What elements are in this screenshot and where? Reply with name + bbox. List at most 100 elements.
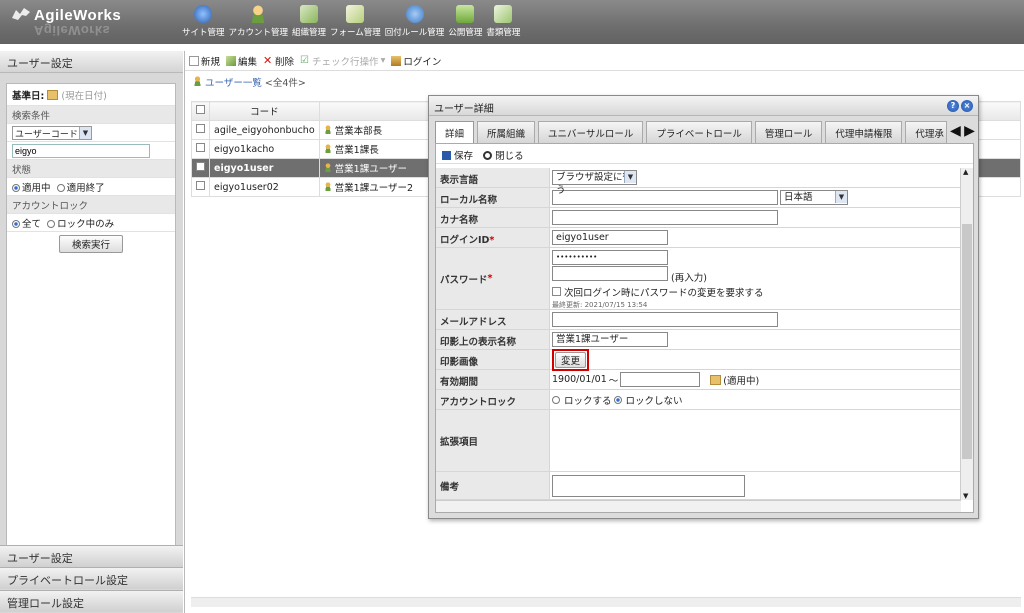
- new-button[interactable]: 新規: [189, 54, 220, 68]
- delete-label: 削除: [275, 56, 295, 68]
- chevron-down-icon: ▼: [835, 191, 847, 203]
- status-active-radio[interactable]: [12, 184, 20, 192]
- tab-scroll-left-icon[interactable]: ◀: [950, 121, 961, 143]
- scroll-up-icon[interactable]: ▲: [963, 168, 968, 176]
- period-separator: ～: [608, 375, 619, 387]
- row-checkbox[interactable]: [196, 162, 205, 171]
- row-checkbox[interactable]: [196, 124, 205, 133]
- dialog-horizontal-scrollbar[interactable]: [436, 500, 961, 512]
- user-form: 表示言語 ブラウザ設定に従う ▼ ローカル名称 日本語 ▼ カナ名称 ログインID*…: [436, 168, 961, 500]
- password-label-text: パスワード: [440, 274, 488, 286]
- save-button[interactable]: 保存: [442, 148, 474, 162]
- local-name-value: 日本語 ▼: [550, 188, 961, 207]
- search-input[interactable]: [12, 144, 150, 158]
- top-bar: AgileWorks AgileWorks サイト管理 アカウント管理 組織管理…: [0, 0, 1024, 44]
- row-name: 営業1課ユーザー: [334, 164, 408, 175]
- tab-detail[interactable]: 詳細: [435, 121, 475, 144]
- calendar-icon[interactable]: [47, 90, 59, 100]
- lock-only-radio[interactable]: [47, 220, 56, 228]
- account-lock-value: ロックする ロックしない: [550, 390, 961, 409]
- search-conditions-header: 検索条件: [7, 106, 175, 124]
- save-label: 保存: [454, 151, 474, 162]
- close-button[interactable]: 閉じる: [483, 148, 524, 162]
- login-button[interactable]: ログイン: [391, 54, 441, 68]
- scroll-thumb[interactable]: [962, 224, 972, 459]
- toolbar: 新規 編集 ✕ 削除 ☑ チェック行操作 ▾ ログイン: [185, 51, 1024, 71]
- local-name-input[interactable]: [552, 190, 778, 205]
- lock-all-label: 全て: [22, 219, 42, 230]
- tab-proxy-approve[interactable]: 代理承: [905, 121, 947, 143]
- chevron-down-icon: ▾: [380, 55, 386, 66]
- mail-label: メールアドレス: [436, 310, 550, 329]
- tab-scroll-right-icon[interactable]: ▶: [964, 121, 975, 143]
- accordion-admin-role[interactable]: 管理ロール設定: [0, 590, 183, 612]
- search-field-value: ユーザーコード: [15, 130, 78, 140]
- dialog-title[interactable]: ユーザー詳細 ? ×: [429, 96, 978, 116]
- accordion-private-role[interactable]: プライベートロール設定: [0, 567, 183, 589]
- user-icon: [323, 125, 332, 134]
- password-require-checkbox[interactable]: [552, 287, 561, 296]
- nav-site-management[interactable]: サイト管理: [182, 5, 225, 38]
- kana-input[interactable]: [552, 210, 778, 225]
- password-confirm-input[interactable]: [552, 266, 668, 281]
- row-checkbox-cell[interactable]: [191, 120, 210, 140]
- folder-icon: [456, 5, 475, 23]
- select-all-cell[interactable]: [191, 101, 210, 121]
- status-ended-radio[interactable]: [56, 184, 65, 192]
- row-checkbox-cell[interactable]: [191, 177, 210, 197]
- stamp-name-input[interactable]: 営業1課ユーザー: [552, 332, 668, 347]
- tab-universal-role[interactable]: ユニバーサルロール: [538, 121, 644, 143]
- tab-admin-role[interactable]: 管理ロール: [754, 121, 823, 143]
- nav-organization-management[interactable]: 組織管理: [292, 5, 326, 38]
- search-execute-button[interactable]: 検索実行: [58, 235, 123, 253]
- row-checkbox[interactable]: [196, 143, 205, 152]
- row-checkbox-cell[interactable]: [191, 158, 210, 178]
- user-icon: [249, 5, 268, 23]
- password-updated: 最終更新: 2021/07/15 13:54: [552, 301, 648, 309]
- form-row-kana: カナ名称: [436, 208, 961, 228]
- lock-no-radio[interactable]: [613, 395, 622, 404]
- period-end-input[interactable]: [620, 372, 701, 387]
- tab-proxy-apply[interactable]: 代理申請権限: [825, 121, 903, 143]
- stamp-name-label: 印影上の表示名称: [436, 330, 550, 349]
- login-id-input[interactable]: eigyo1user: [552, 230, 668, 245]
- accordion-user-settings[interactable]: ユーザー設定: [0, 545, 183, 567]
- close-icon[interactable]: ×: [961, 100, 973, 112]
- search-value-row: [7, 142, 175, 160]
- account-lock-label: アカウントロック: [436, 390, 550, 409]
- password-input[interactable]: ••••••••••: [552, 250, 668, 265]
- row-checkbox-cell[interactable]: [191, 139, 210, 159]
- nav-account-management[interactable]: アカウント管理: [229, 5, 288, 38]
- change-button[interactable]: 変更: [555, 351, 587, 368]
- tab-organization[interactable]: 所属組織: [477, 121, 536, 143]
- row-code: eigyo1user: [209, 158, 320, 178]
- search-field-select[interactable]: ユーザーコード ▼: [12, 126, 92, 140]
- lock-yes-radio[interactable]: [552, 395, 560, 404]
- app-logo[interactable]: AgileWorks AgileWorks: [10, 6, 121, 38]
- memo-input[interactable]: [552, 474, 745, 497]
- tab-private-role[interactable]: プライベートロール: [646, 121, 752, 143]
- mail-input[interactable]: [552, 312, 778, 327]
- row-checkbox[interactable]: [196, 181, 205, 190]
- nav-document-management[interactable]: 書類管理: [486, 5, 520, 38]
- nav-route-rule-management[interactable]: 回付ルール管理: [385, 5, 444, 38]
- calendar-icon[interactable]: [710, 374, 722, 385]
- chevron-down-icon: ▼: [79, 127, 91, 139]
- table-horizontal-scrollbar[interactable]: [191, 597, 1021, 607]
- edit-button[interactable]: 編集: [226, 54, 257, 68]
- nav-form-management[interactable]: フォーム管理: [330, 5, 381, 38]
- row-name: 営業1課長: [334, 145, 379, 156]
- scroll-down-icon[interactable]: ▼: [963, 492, 968, 500]
- lock-all-radio[interactable]: [12, 220, 20, 228]
- delete-button[interactable]: ✕ 削除: [263, 54, 294, 68]
- dialog-vertical-scrollbar[interactable]: ▲ ▼: [960, 168, 973, 500]
- password-require-label: 次回ログイン時にパスワードの変更を要求する: [564, 288, 764, 299]
- local-lang-select[interactable]: 日本語 ▼: [780, 190, 848, 205]
- language-select[interactable]: ブラウザ設定に従う ▼: [552, 170, 637, 196]
- check-row-action-button[interactable]: ☑ チェック行操作 ▾: [300, 54, 385, 68]
- nav-publish-management[interactable]: 公開管理: [448, 5, 482, 38]
- select-all-checkbox[interactable]: [196, 105, 205, 114]
- help-icon[interactable]: ?: [947, 100, 959, 112]
- stamp-image-label: 印影画像: [436, 350, 550, 369]
- header-code[interactable]: コード: [209, 101, 320, 121]
